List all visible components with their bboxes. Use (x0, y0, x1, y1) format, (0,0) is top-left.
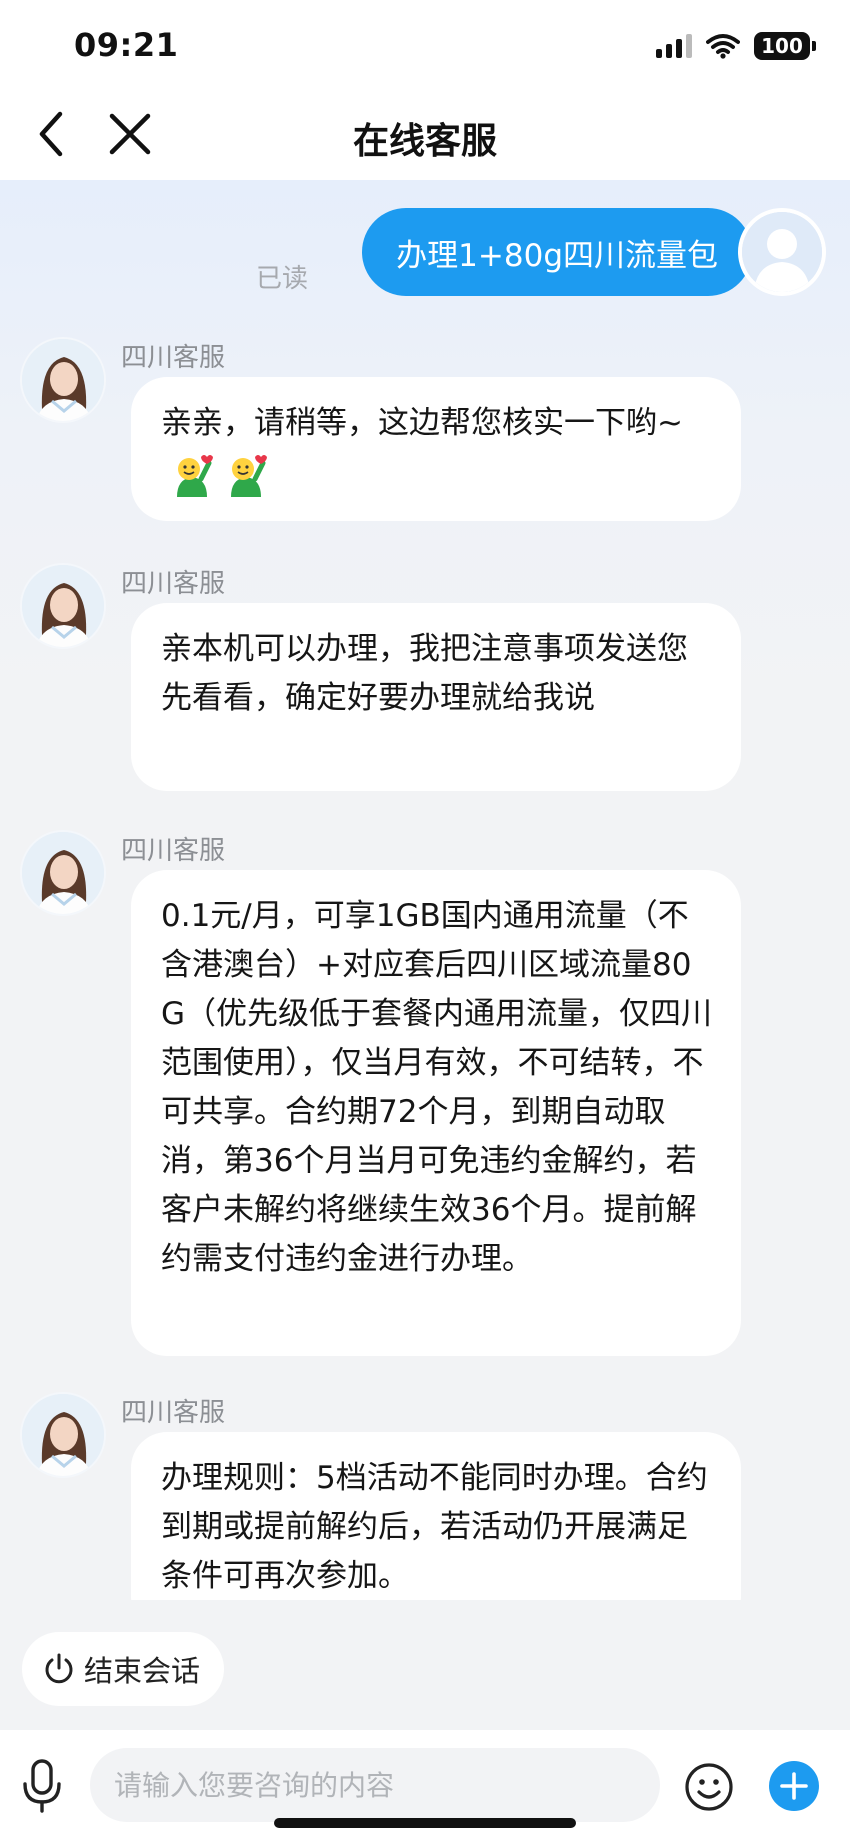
battery-level: 100 (761, 34, 803, 58)
agent-name: 四川客服 (121, 836, 226, 866)
nav-bar: 在线客服 (0, 88, 850, 180)
end-session-button[interactable]: 结束会话 (22, 1632, 225, 1706)
agent-portrait-icon (22, 832, 104, 914)
agent-message-bubble[interactable]: 0.1元/月，可享1GB国内通用流量（不含港澳台）+对应套后四川区域流量80G（… (131, 870, 741, 1356)
power-icon (45, 1653, 73, 1684)
waving-heart-emoji-icon (177, 454, 213, 497)
agent-avatar[interactable] (20, 830, 106, 916)
user-avatar[interactable] (738, 208, 826, 296)
agent-portrait-icon (22, 339, 104, 421)
agent-message-text: 0.1元/月，可享1GB国内通用流量（不含港澳台）+对应套后四川区域流量80G（… (161, 898, 713, 1277)
chat-area[interactable]: 已读 办理1+80g四川流量包 四川客服 亲亲，请稍等，这边帮您核实一下哟~ 四… (0, 180, 850, 1600)
battery-icon: 100 (754, 32, 816, 60)
cellular-signal-icon (656, 34, 692, 58)
agent-message-bubble[interactable]: 亲本机可以办理，我把注意事项发送您先看看，确定好要办理就给我说 (131, 603, 741, 791)
status-time: 09:21 (74, 26, 179, 64)
user-avatar-icon (742, 212, 822, 292)
agent-message-text: 办理规则：5档活动不能同时办理。合约到期或提前解约后，若活动仍开展满足条件可再次… (161, 1460, 708, 1594)
agent-name: 四川客服 (121, 569, 226, 599)
agent-message-bubble[interactable]: 亲亲，请稍等，这边帮您核实一下哟~ (131, 377, 741, 521)
agent-message-text: 亲亲，请稍等，这边帮您核实一下哟~ (161, 405, 683, 441)
agent-message-bubble[interactable]: 办理规则：5档活动不能同时办理。合约到期或提前解约后，若活动仍开展满足条件可再次… (131, 1432, 741, 1600)
status-bar: 09:21 100 (0, 0, 850, 88)
add-icon[interactable] (768, 1760, 820, 1812)
message-input[interactable] (90, 1748, 660, 1822)
user-message-bubble[interactable]: 办理1+80g四川流量包 (362, 208, 752, 296)
agent-avatar[interactable] (20, 337, 106, 423)
agent-message-text: 亲本机可以办理，我把注意事项发送您先看看，确定好要办理就给我说 (161, 631, 688, 716)
waving-heart-emoji-icon (231, 454, 267, 497)
agent-name: 四川客服 (121, 343, 226, 373)
wifi-icon (706, 34, 740, 59)
end-session-label: 结束会话 (84, 1654, 201, 1688)
emoji-icon[interactable] (684, 1762, 734, 1812)
status-icons: 100 (656, 30, 816, 62)
microphone-icon[interactable] (18, 1758, 66, 1814)
page-title: 在线客服 (352, 121, 497, 162)
agent-avatar[interactable] (20, 563, 106, 649)
agent-avatar[interactable] (20, 1392, 106, 1478)
agent-portrait-icon (22, 1394, 104, 1476)
home-indicator (274, 1818, 576, 1828)
agent-portrait-icon (22, 565, 104, 647)
agent-name: 四川客服 (121, 1398, 226, 1428)
read-status: 已读 (256, 264, 309, 294)
